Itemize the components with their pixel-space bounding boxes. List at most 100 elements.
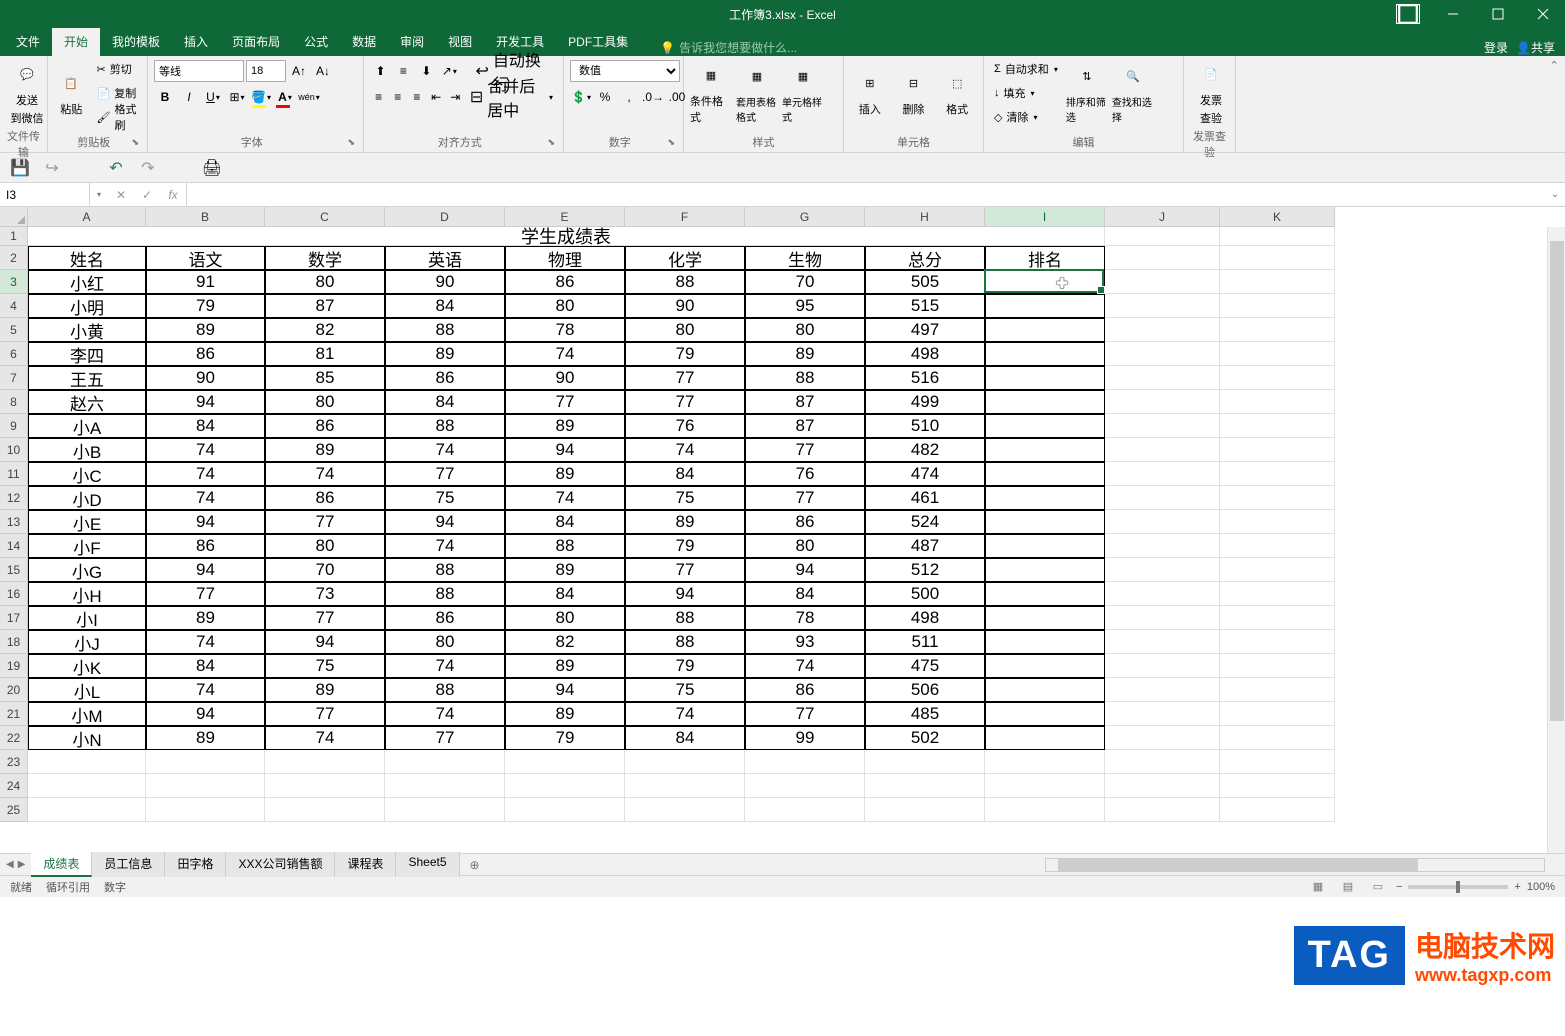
cell-E4[interactable]: 80 [505, 294, 625, 318]
bold-button[interactable]: B [154, 86, 176, 108]
cell-G25[interactable] [745, 798, 865, 822]
row-header-2[interactable]: 2 [0, 246, 28, 270]
cell-H19[interactable]: 475 [865, 654, 985, 678]
cell-B6[interactable]: 86 [146, 342, 265, 366]
cell-C8[interactable]: 80 [265, 390, 385, 414]
cell-D15[interactable]: 88 [385, 558, 505, 582]
cell-E2[interactable]: 物理 [505, 246, 625, 270]
login-button[interactable]: 登录 [1484, 39, 1508, 56]
cell-A15[interactable]: 小G [28, 558, 146, 582]
tab-pdf[interactable]: PDF工具集 [556, 27, 640, 56]
cell-F21[interactable]: 74 [625, 702, 745, 726]
cell-E19[interactable]: 89 [505, 654, 625, 678]
cell-H13[interactable]: 524 [865, 510, 985, 534]
cell-F23[interactable] [625, 750, 745, 774]
row-header-4[interactable]: 4 [0, 294, 28, 318]
italic-button[interactable]: I [178, 86, 200, 108]
cell-G16[interactable]: 84 [745, 582, 865, 606]
conditional-format-button[interactable]: ▦条件格式 [690, 58, 732, 126]
cell-I15[interactable] [985, 558, 1105, 582]
cell-F19[interactable]: 79 [625, 654, 745, 678]
cell-B4[interactable]: 79 [146, 294, 265, 318]
cell-F10[interactable]: 74 [625, 438, 745, 462]
cell-A23[interactable] [28, 750, 146, 774]
formula-input[interactable] [187, 183, 1545, 206]
cell-J6[interactable] [1105, 342, 1220, 366]
tab-home[interactable]: 开始 [52, 27, 100, 56]
cell-K4[interactable] [1220, 294, 1335, 318]
close-button[interactable] [1520, 0, 1565, 28]
cell-E16[interactable]: 84 [505, 582, 625, 606]
cell-J5[interactable] [1105, 318, 1220, 342]
row-header-18[interactable]: 18 [0, 630, 28, 654]
cell-G6[interactable]: 89 [745, 342, 865, 366]
cell-E11[interactable]: 89 [505, 462, 625, 486]
cell-H12[interactable]: 461 [865, 486, 985, 510]
cell-J4[interactable] [1105, 294, 1220, 318]
row-header-5[interactable]: 5 [0, 318, 28, 342]
cell-H11[interactable]: 474 [865, 462, 985, 486]
cell-D23[interactable] [385, 750, 505, 774]
cell-A13[interactable]: 小E [28, 510, 146, 534]
cell-D20[interactable]: 88 [385, 678, 505, 702]
cell-G20[interactable]: 86 [745, 678, 865, 702]
cell-J19[interactable] [1105, 654, 1220, 678]
cell-D22[interactable]: 77 [385, 726, 505, 750]
cell-E18[interactable]: 82 [505, 630, 625, 654]
cell-G11[interactable]: 76 [745, 462, 865, 486]
row-header-24[interactable]: 24 [0, 774, 28, 798]
minimize-button[interactable] [1430, 0, 1475, 28]
cell-J3[interactable] [1105, 270, 1220, 294]
cell-J18[interactable] [1105, 630, 1220, 654]
cell-A22[interactable]: 小N [28, 726, 146, 750]
align-middle-button[interactable]: ≡ [393, 60, 414, 82]
col-header-B[interactable]: B [146, 207, 265, 227]
cell-J16[interactable] [1105, 582, 1220, 606]
cell-J20[interactable] [1105, 678, 1220, 702]
cell-C17[interactable]: 77 [265, 606, 385, 630]
cell-B22[interactable]: 89 [146, 726, 265, 750]
border-button[interactable]: ⊞▾ [226, 86, 248, 108]
cell-H22[interactable]: 502 [865, 726, 985, 750]
cell-I6[interactable] [985, 342, 1105, 366]
cell-D8[interactable]: 84 [385, 390, 505, 414]
paste-button[interactable]: 📋 粘贴 [54, 58, 89, 126]
cell-F25[interactable] [625, 798, 745, 822]
cell-H17[interactable]: 498 [865, 606, 985, 630]
tab-templates[interactable]: 我的模板 [100, 27, 172, 56]
cancel-formula-button[interactable]: ✕ [108, 183, 134, 206]
cell-C9[interactable]: 86 [265, 414, 385, 438]
format-painter-button[interactable]: 🖌格式刷 [93, 106, 141, 128]
currency-button[interactable]: 💲▾ [570, 86, 592, 108]
share-button[interactable]: 👤共享 [1516, 39, 1555, 56]
cell-K23[interactable] [1220, 750, 1335, 774]
cell-G24[interactable] [745, 774, 865, 798]
tab-nav-prev[interactable]: ◀ [6, 859, 14, 870]
cell-B15[interactable]: 94 [146, 558, 265, 582]
col-header-C[interactable]: C [265, 207, 385, 227]
column-headers[interactable]: ABCDEFGHIJK [0, 207, 1335, 227]
cell-H18[interactable]: 511 [865, 630, 985, 654]
cell-G2[interactable]: 生物 [745, 246, 865, 270]
cell-G14[interactable]: 80 [745, 534, 865, 558]
row-header-16[interactable]: 16 [0, 582, 28, 606]
cell-A10[interactable]: 小B [28, 438, 146, 462]
tab-nav-next[interactable]: ▶ [18, 859, 26, 870]
cell-D24[interactable] [385, 774, 505, 798]
row-header-21[interactable]: 21 [0, 702, 28, 726]
cell-D16[interactable]: 88 [385, 582, 505, 606]
fill-color-button[interactable]: 🪣▾ [250, 86, 272, 108]
row-header-25[interactable]: 25 [0, 798, 28, 822]
col-header-H[interactable]: H [865, 207, 985, 227]
cell-A14[interactable]: 小F [28, 534, 146, 558]
pinyin-button[interactable]: wén▾ [298, 86, 320, 108]
cell-C23[interactable] [265, 750, 385, 774]
cell-E7[interactable]: 90 [505, 366, 625, 390]
number-format-select[interactable]: 数值 [570, 60, 680, 82]
cell-G13[interactable]: 86 [745, 510, 865, 534]
cell-J1[interactable] [1105, 227, 1220, 246]
sheet-tab-5[interactable]: Sheet5 [396, 852, 459, 877]
page-layout-view-button[interactable]: ▤ [1336, 878, 1360, 896]
row-header-13[interactable]: 13 [0, 510, 28, 534]
col-header-K[interactable]: K [1220, 207, 1335, 227]
